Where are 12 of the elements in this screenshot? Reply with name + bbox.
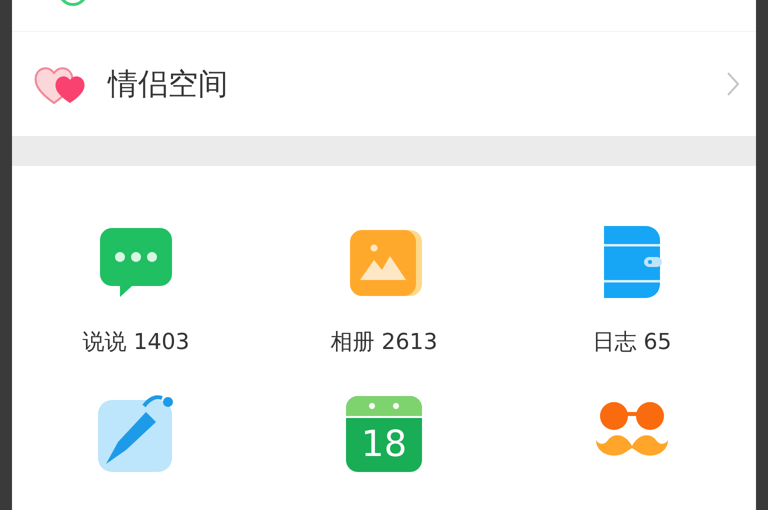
feature-tile[interactable]: 相册 2613 xyxy=(260,222,508,354)
feature-label: 说说 1403 xyxy=(82,332,190,354)
pen-icon xyxy=(96,394,176,474)
calendar-day: 18 xyxy=(346,418,422,472)
feature-tile[interactable]: 日志 65 xyxy=(508,222,756,354)
feature-tile[interactable]: 说说 1403 xyxy=(12,222,260,354)
couple-space-row[interactable]: 情侣空间 xyxy=(12,32,756,136)
feature-label: 相册 2613 xyxy=(330,332,438,354)
wallet-icon xyxy=(602,224,662,300)
couple-space-label: 情侣空间 xyxy=(108,66,228,104)
feature-label: 日志 65 xyxy=(592,332,672,354)
chevron-right-icon xyxy=(726,71,740,97)
